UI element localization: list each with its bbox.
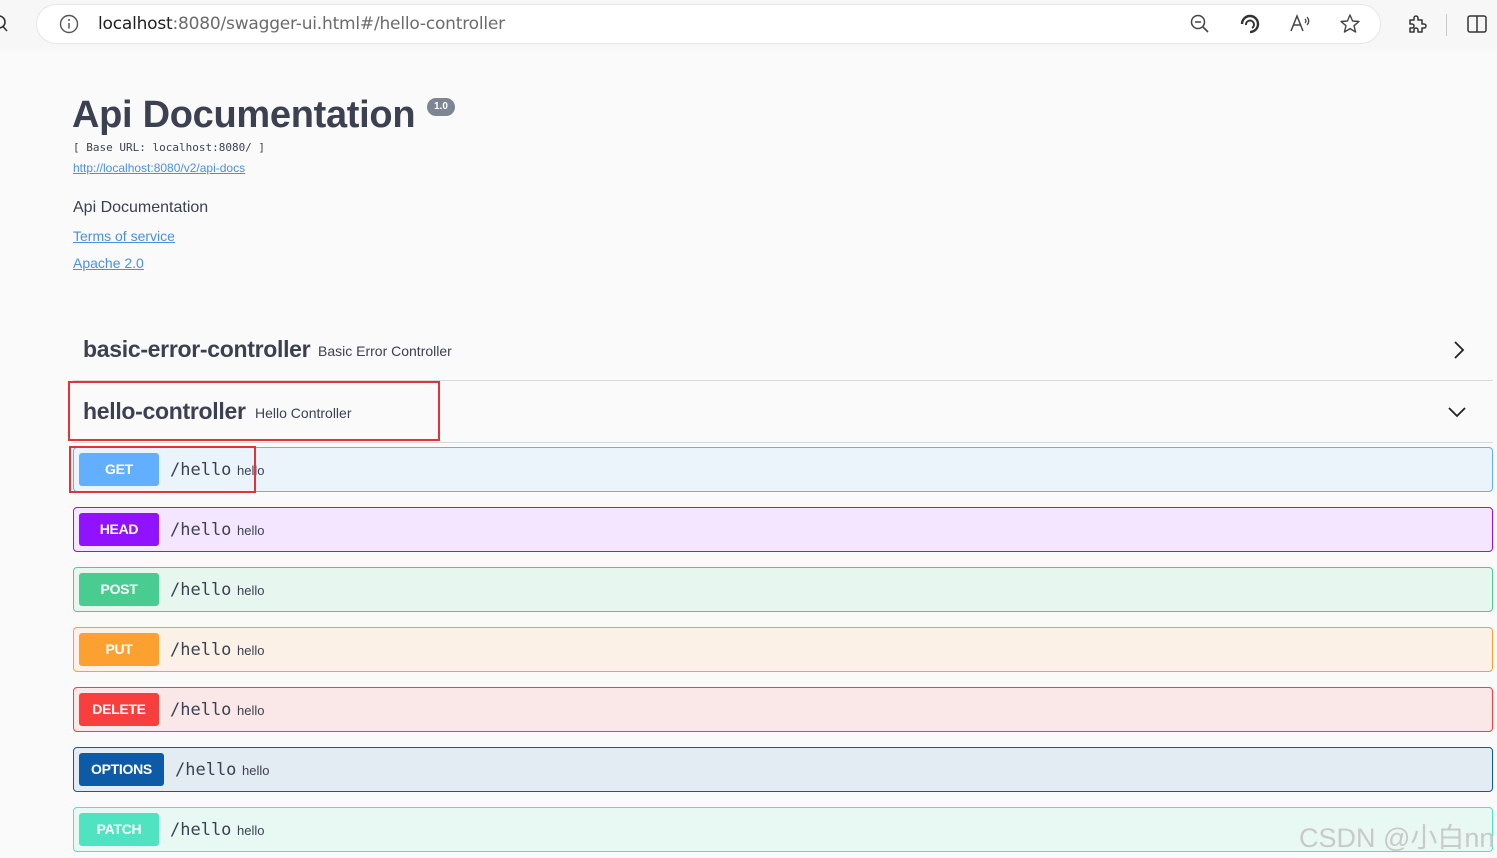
operation-path: /hello <box>170 640 232 660</box>
extensions-icon[interactable] <box>1405 12 1429 36</box>
split-screen-icon[interactable] <box>1465 12 1489 36</box>
operation-path: /hello <box>170 580 232 600</box>
favorite-star-icon[interactable] <box>1338 12 1362 36</box>
operation-summary: hello <box>237 643 265 658</box>
operation-summary: hello <box>242 763 270 778</box>
operation-head-hello[interactable]: HEAD /hello hello <box>73 507 1493 552</box>
method-badge-head: HEAD <box>79 513 159 546</box>
method-badge-patch: PATCH <box>79 813 159 846</box>
version-badge: 1.0 <box>427 98 455 116</box>
read-aloud-icon[interactable] <box>1288 12 1312 36</box>
url-host: localhost <box>98 14 173 34</box>
operation-path: /hello <box>170 820 232 840</box>
terms-of-service-link[interactable]: Terms of service <box>73 228 175 244</box>
method-badge-delete: DELETE <box>79 693 159 726</box>
operation-summary: hello <box>237 523 265 538</box>
base-url: [ Base URL: localhost:8080/ ] <box>73 141 266 154</box>
operation-patch-hello[interactable]: PATCH /hello hello <box>73 807 1493 852</box>
operation-path: /hello <box>170 700 232 720</box>
tag-name: basic-error-controller <box>83 336 311 362</box>
operation-summary: hello <box>237 583 265 598</box>
url-text[interactable]: localhost:8080/swagger-ui.html#/hello-co… <box>98 14 505 34</box>
operation-summary: hello <box>237 823 265 838</box>
annotation-highlight-get <box>69 446 256 493</box>
search-icon[interactable] <box>0 14 10 34</box>
operation-get-hello[interactable]: GET /hello hello <box>73 447 1493 492</box>
url-path: :8080/swagger-ui.html#/hello-controller <box>172 14 506 34</box>
toolbar-divider <box>1446 14 1447 36</box>
method-badge-post: POST <box>79 573 159 606</box>
tag-basic-error-controller[interactable]: basic-error-controller Basic Error Contr… <box>73 320 1493 381</box>
operation-path: /hello <box>175 760 237 780</box>
operation-path: /hello <box>170 520 232 540</box>
api-docs-link[interactable]: http://localhost:8080/v2/api-docs <box>73 161 245 175</box>
api-description: Api Documentation <box>73 199 209 216</box>
operation-options-hello[interactable]: OPTIONS /hello hello <box>73 747 1493 792</box>
edge-refresh-icon[interactable] <box>1238 12 1262 36</box>
operation-summary: hello <box>237 703 265 718</box>
zoom-out-icon[interactable] <box>1188 12 1212 36</box>
operation-post-hello[interactable]: POST /hello hello <box>73 567 1493 612</box>
info-icon[interactable] <box>59 14 79 34</box>
browser-toolbar: localhost:8080/swagger-ui.html#/hello-co… <box>0 0 1497 50</box>
annotation-highlight-tag <box>68 381 440 441</box>
watermark: CSDN @小白nn <box>1299 823 1495 853</box>
chevron-right-icon[interactable] <box>1451 340 1467 360</box>
tag-description: Basic Error Controller <box>318 343 452 359</box>
address-bar[interactable]: localhost:8080/swagger-ui.html#/hello-co… <box>37 5 1380 43</box>
page-title: Api Documentation <box>72 94 416 136</box>
method-badge-put: PUT <box>79 633 159 666</box>
license-link[interactable]: Apache 2.0 <box>73 255 144 271</box>
operation-delete-hello[interactable]: DELETE /hello hello <box>73 687 1493 732</box>
operation-put-hello[interactable]: PUT /hello hello <box>73 627 1493 672</box>
method-badge-options: OPTIONS <box>79 753 164 786</box>
chevron-down-icon[interactable] <box>1447 402 1467 422</box>
